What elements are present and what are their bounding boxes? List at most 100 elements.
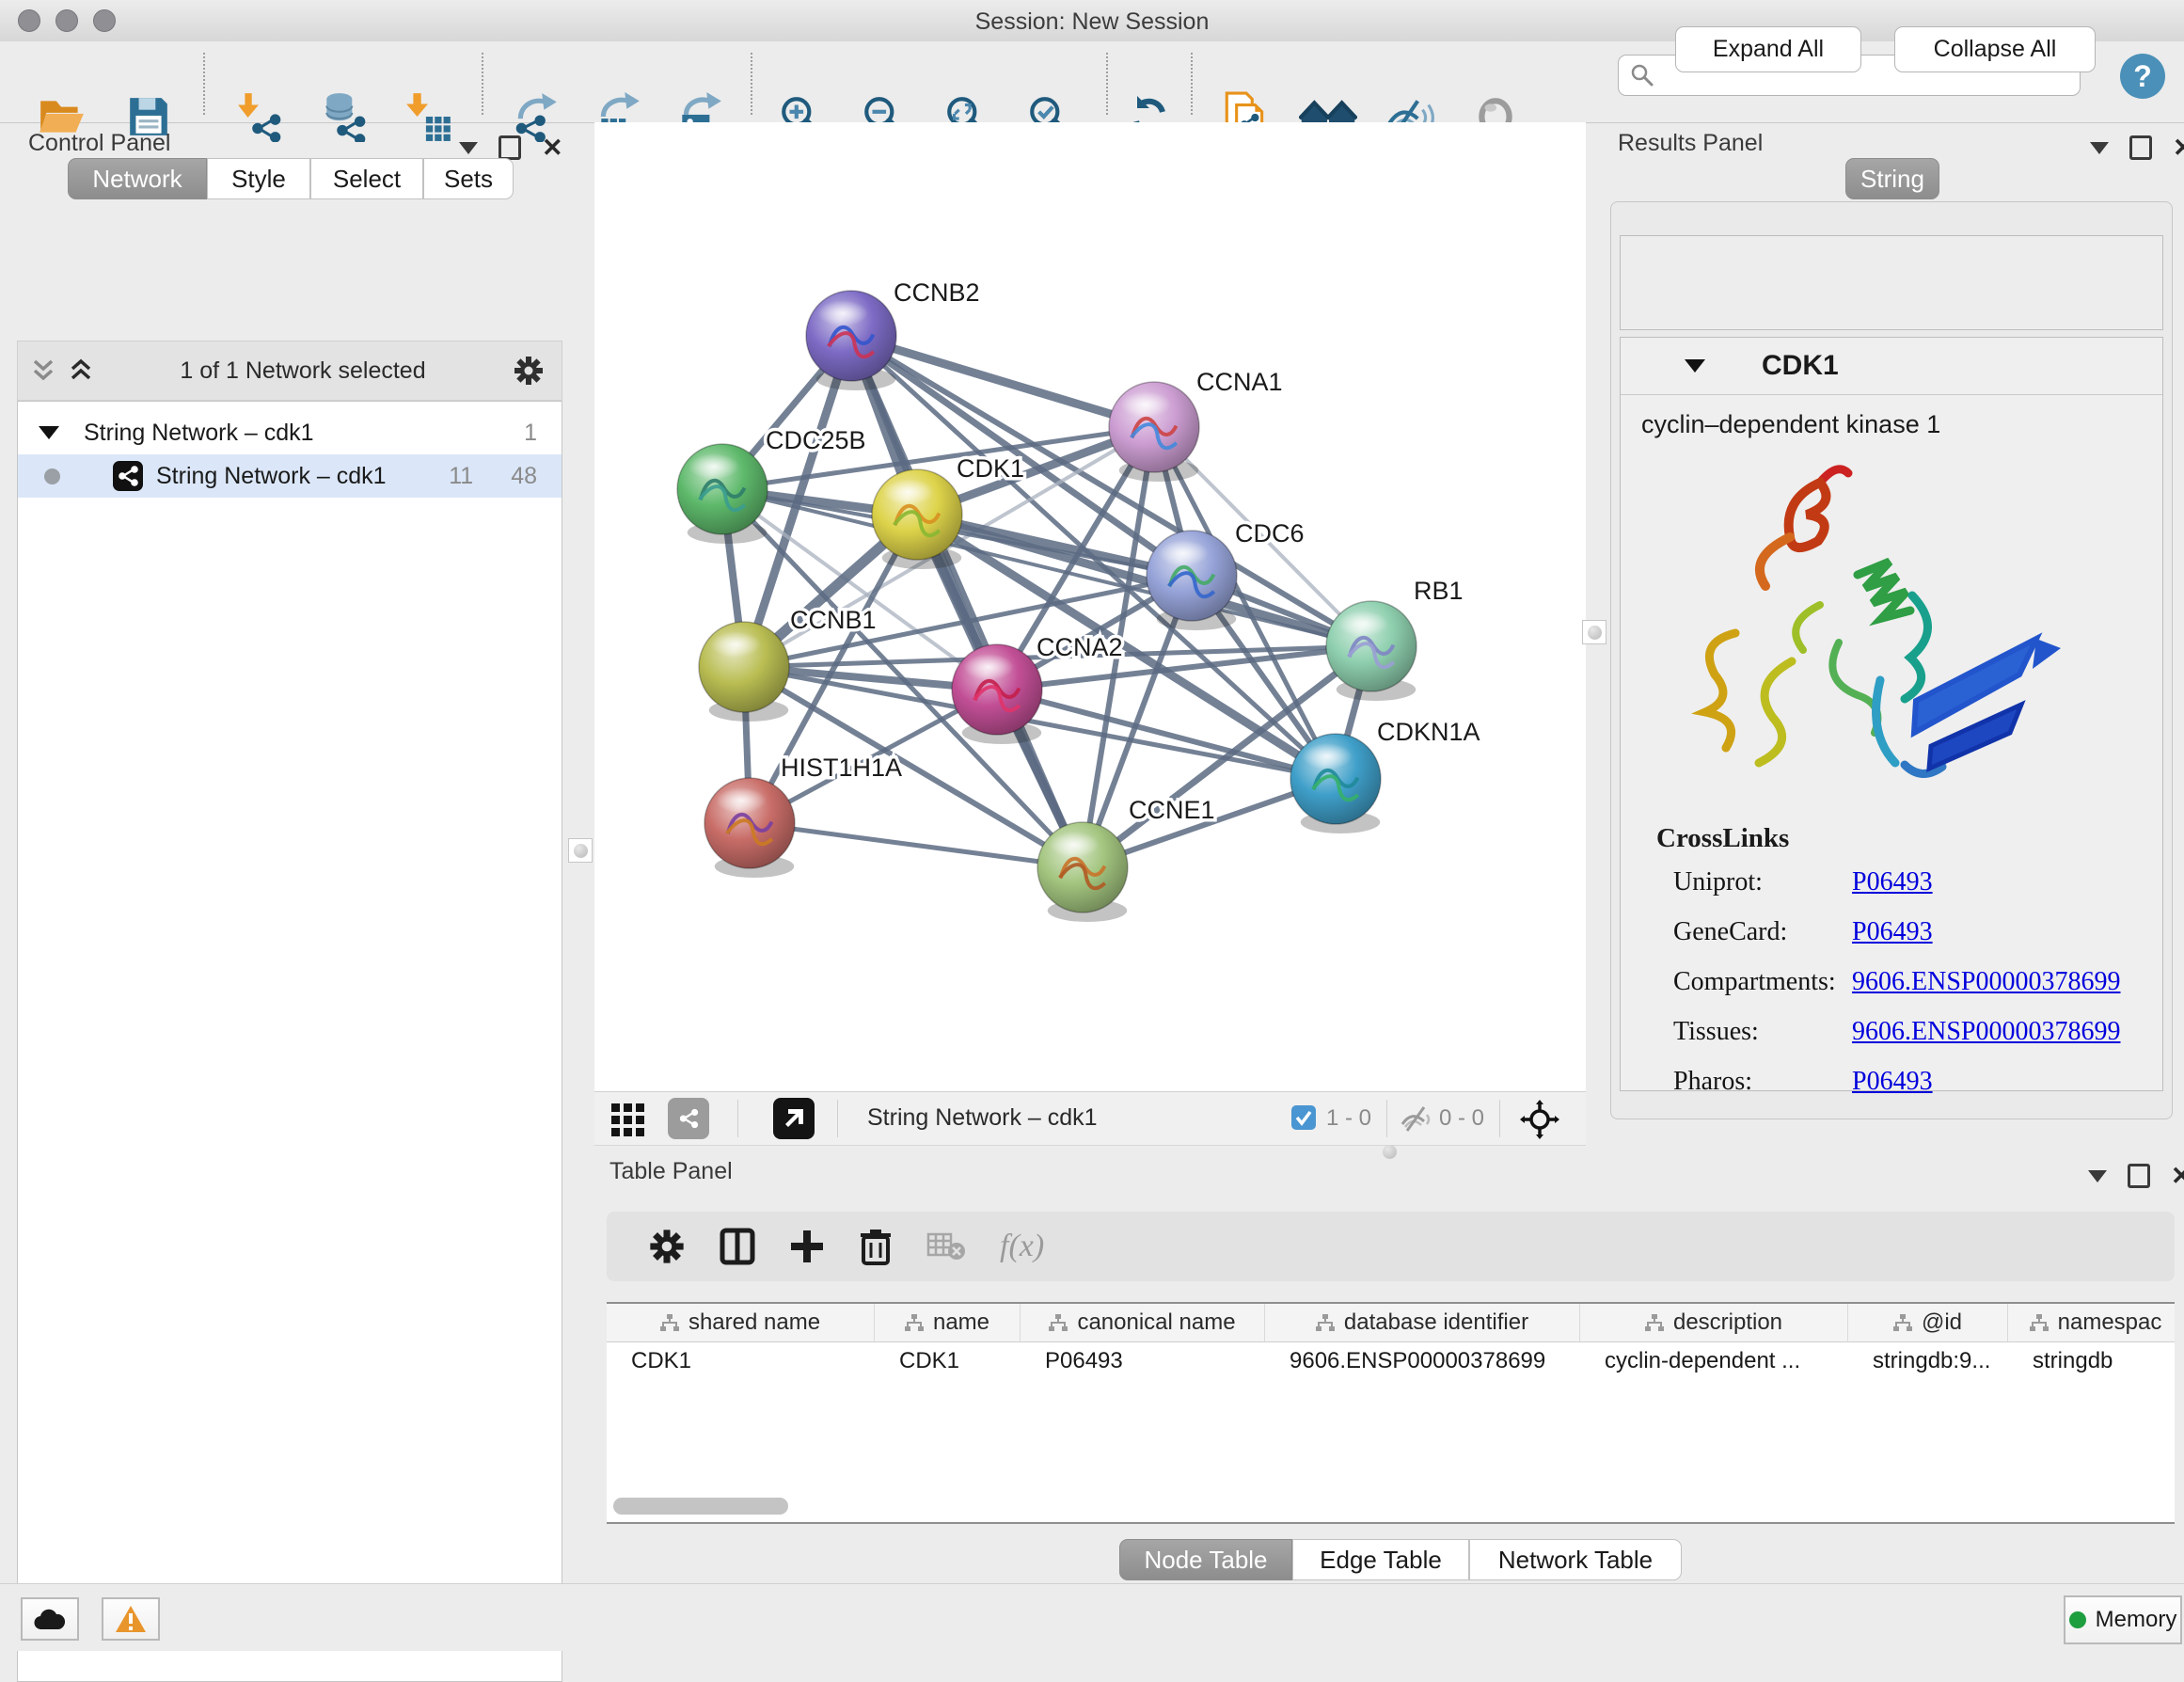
- hidden-toggle[interactable]: [1400, 1103, 1433, 1134]
- float-panel-icon[interactable]: [2088, 1170, 2107, 1182]
- node-HIST1H1A[interactable]: HIST1H1A: [704, 754, 902, 878]
- network-list-header: 1 of 1 Network selected: [17, 341, 562, 401]
- column-header-namespac[interactable]: namespac: [2008, 1304, 2175, 1341]
- node-CCNA2[interactable]: CCNA2: [952, 633, 1123, 744]
- toolbar-separator: [751, 53, 752, 115]
- memory-button[interactable]: Memory: [2064, 1595, 2182, 1644]
- results-panel-window-buttons: ✕: [2090, 135, 2184, 160]
- selected-checkbox[interactable]: [1290, 1104, 1317, 1131]
- float-panel-icon[interactable]: [2090, 142, 2109, 154]
- maximize-panel-icon[interactable]: [2128, 1164, 2150, 1188]
- control-panel-title: Control Panel: [28, 130, 170, 157]
- scrollbar-thumb[interactable]: [613, 1498, 788, 1515]
- maximize-panel-icon[interactable]: [499, 135, 521, 160]
- node-CCNE1[interactable]: CCNE1: [1037, 796, 1215, 922]
- node-label-CCNB2: CCNB2: [894, 278, 980, 307]
- float-panel-icon[interactable]: [459, 142, 478, 154]
- collapse-all-chevron-icon[interactable]: [31, 357, 55, 384]
- table-body: CDK1CDK1P064939606.ENSP00000378699cyclin…: [607, 1342, 2175, 1380]
- column-header-name[interactable]: name: [875, 1304, 1021, 1341]
- table-cell[interactable]: stringdb:9...: [1848, 1342, 2008, 1380]
- node-label-CCNA2: CCNA2: [1037, 633, 1123, 661]
- gear-icon[interactable]: [648, 1228, 686, 1265]
- crosslink-value-link[interactable]: P06493: [1852, 917, 1933, 947]
- help-button[interactable]: ?: [2120, 54, 2165, 99]
- table-cell[interactable]: stringdb: [2008, 1342, 2175, 1380]
- table-tabs: Node Table Edge Table Network Table: [1119, 1539, 1682, 1580]
- network-collection-row[interactable]: String Network – cdk1 1: [18, 411, 562, 454]
- maximize-panel-icon[interactable]: [2129, 135, 2152, 160]
- crosslink-label: Compartments:: [1673, 967, 1852, 997]
- network-graph[interactable]: CCNB2CCNA1CDC25BCDK1CDC6RB1CCNB1CCNA2CDK…: [594, 122, 1586, 1091]
- column-header-database-identifier[interactable]: database identifier: [1265, 1304, 1580, 1341]
- node-CDKN1A[interactable]: CDKN1A: [1290, 718, 1480, 833]
- table-cell[interactable]: cyclin-dependent ...: [1580, 1342, 1848, 1380]
- collapse-entry-caret-icon[interactable]: [1685, 359, 1705, 373]
- node-CCNA1[interactable]: CCNA1: [1109, 368, 1283, 482]
- crosslink-row: GeneCard:P06493: [1673, 917, 2162, 947]
- column-header-@id[interactable]: @id: [1848, 1304, 2008, 1341]
- tab-network[interactable]: Network: [68, 158, 207, 199]
- network-row[interactable]: String Network – cdk1 11 48: [18, 454, 562, 498]
- birdseye-view-button[interactable]: [773, 1098, 815, 1139]
- gear-icon[interactable]: [513, 355, 545, 387]
- crosslink-value-link[interactable]: 9606.ENSP00000378699: [1852, 967, 2120, 997]
- toolbar-separator: [1191, 53, 1193, 115]
- delete-column-icon[interactable]: [859, 1228, 893, 1265]
- tab-select[interactable]: Select: [310, 158, 423, 199]
- crosslink-value-link[interactable]: P06493: [1852, 1067, 1933, 1097]
- separator: [1499, 1100, 1500, 1137]
- node-label-CDC25B: CDC25B: [766, 426, 866, 454]
- column-attribute-icon: [1893, 1314, 1912, 1331]
- crosslink-value-link[interactable]: P06493: [1852, 867, 1933, 897]
- collection-label: String Network – cdk1: [84, 420, 524, 447]
- table-panel-window-buttons: ✕: [2088, 1164, 2184, 1188]
- column-header-canonical-name[interactable]: canonical name: [1021, 1304, 1265, 1341]
- close-panel-icon[interactable]: ✕: [2171, 1166, 2184, 1185]
- columns-icon[interactable]: [720, 1228, 755, 1265]
- node-label-CCNA1: CCNA1: [1196, 368, 1283, 396]
- table-cell[interactable]: CDK1: [875, 1342, 1021, 1380]
- pan-tool-button[interactable]: [1520, 1100, 1559, 1139]
- tab-string[interactable]: String: [1845, 158, 1939, 199]
- collection-caret-icon[interactable]: [39, 426, 59, 439]
- network-style-button[interactable]: [668, 1098, 709, 1139]
- warnings-button[interactable]: [102, 1597, 160, 1641]
- table-cell[interactable]: P06493: [1021, 1342, 1265, 1380]
- expand-all-chevron-icon[interactable]: [69, 357, 93, 384]
- column-header-description[interactable]: description: [1580, 1304, 1848, 1341]
- tab-network-table[interactable]: Network Table: [1469, 1539, 1682, 1580]
- edge-HIST1H1A-CCNE1[interactable]: [750, 823, 1083, 867]
- table-horizontal-scrollbar[interactable]: [613, 1498, 2165, 1516]
- cloud-status-button[interactable]: [21, 1597, 79, 1641]
- network-selected-summary: 1 of 1 Network selected: [93, 357, 513, 385]
- help-icon: ?: [2133, 59, 2152, 94]
- table-row[interactable]: CDK1CDK1P064939606.ENSP00000378699cyclin…: [607, 1342, 2175, 1380]
- node-CDC6[interactable]: CDC6: [1147, 519, 1305, 630]
- function-builder-icon[interactable]: f(x): [1000, 1229, 1044, 1264]
- tab-edge-table[interactable]: Edge Table: [1292, 1539, 1469, 1580]
- crosshair-icon: [1520, 1100, 1559, 1139]
- tab-sets[interactable]: Sets: [423, 158, 514, 199]
- close-panel-icon[interactable]: ✕: [542, 138, 563, 157]
- gene-header-row[interactable]: CDK1: [1621, 338, 2162, 395]
- crosslinks-list: Uniprot:P06493GeneCard:P06493Compartment…: [1621, 867, 2162, 1097]
- edge-CCNB2-CCNA1[interactable]: [851, 336, 1154, 427]
- column-header-shared-name[interactable]: shared name: [607, 1304, 875, 1341]
- results-entry: CDK1 cyclin–dependent kinase 1 CrossLink…: [1620, 337, 2163, 1091]
- clear-table-icon[interactable]: [926, 1230, 966, 1262]
- network-canvas[interactable]: CCNB2CCNA1CDC25BCDK1CDC6RB1CCNB1CCNA2CDK…: [594, 122, 1586, 1091]
- add-column-icon[interactable]: [789, 1229, 825, 1264]
- table-cell[interactable]: 9606.ENSP00000378699: [1265, 1342, 1580, 1380]
- collapse-all-button[interactable]: Collapse All: [1894, 26, 2096, 72]
- grid-view-button[interactable]: [608, 1098, 649, 1139]
- node-CDK1[interactable]: CDK1: [872, 454, 1024, 569]
- tab-style[interactable]: Style: [207, 158, 310, 199]
- table-cell[interactable]: CDK1: [607, 1342, 875, 1380]
- close-panel-icon[interactable]: ✕: [2173, 138, 2184, 157]
- left-splitter-handle[interactable]: [568, 838, 593, 863]
- tab-node-table[interactable]: Node Table: [1119, 1539, 1292, 1580]
- node-RB1[interactable]: RB1: [1326, 577, 1464, 701]
- crosslink-value-link[interactable]: 9606.ENSP00000378699: [1852, 1017, 2120, 1047]
- expand-all-button[interactable]: Expand All: [1675, 26, 1861, 72]
